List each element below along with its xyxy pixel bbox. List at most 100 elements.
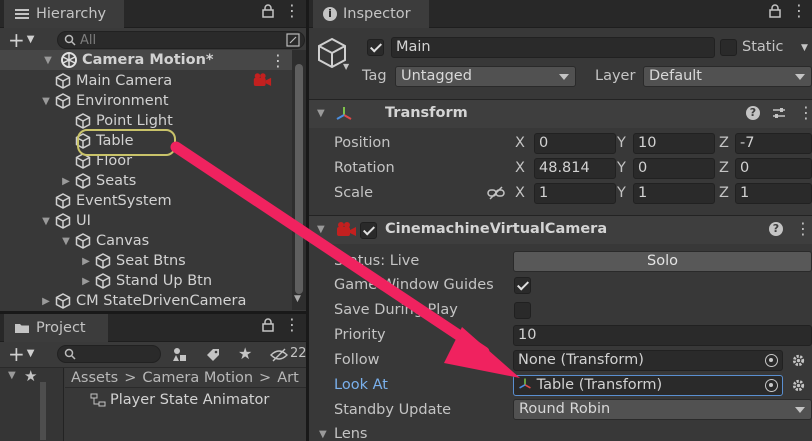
position-y-field[interactable]: 10	[633, 133, 715, 154]
save-during-play-checkbox[interactable]	[514, 302, 531, 319]
hierarchy-item[interactable]: ▼ Environment	[0, 91, 292, 111]
hierarchy-item[interactable]: Floor	[0, 151, 292, 171]
help-icon[interactable]: ?	[746, 106, 760, 120]
fold-arrow-icon[interactable]: ▼	[42, 55, 54, 66]
tab-label: Hierarchy	[36, 6, 107, 22]
hierarchy-item[interactable]: ▼ UI	[0, 211, 292, 231]
scene-row[interactable]: ▼ Camera Motion* ⋮	[0, 50, 292, 70]
favorites-star-icon[interactable]: ★	[24, 367, 37, 385]
hierarchy-item[interactable]: Point Light	[0, 111, 292, 131]
settings-gear-icon[interactable]	[791, 353, 806, 368]
object-picker-icon[interactable]	[765, 354, 778, 367]
object-name-field[interactable]: Main	[391, 37, 715, 58]
fold-arrow-icon[interactable]: ▶	[80, 276, 92, 287]
tag-dropdown[interactable]: Untagged	[395, 66, 576, 87]
icon-dropdown-caret-icon[interactable]: ▼	[343, 62, 349, 71]
look-at-field[interactable]: Table (Transform)	[513, 375, 783, 396]
scale-z-axis: Z	[719, 185, 729, 201]
constrain-proportions-link-icon[interactable]	[487, 186, 505, 200]
settings-gear-icon[interactable]	[791, 378, 806, 393]
tab-hierarchy[interactable]: Hierarchy	[4, 0, 124, 28]
scroll-down-arrow-icon[interactable]: ▼	[294, 294, 301, 304]
hierarchy-item[interactable]: ▼ Canvas	[0, 231, 292, 251]
rotation-y-axis: Y	[617, 160, 626, 176]
help-icon[interactable]: ?	[769, 222, 783, 236]
object-picker-icon[interactable]	[765, 379, 778, 392]
scale-y-field[interactable]: 1	[633, 183, 715, 204]
static-checkbox[interactable]	[720, 39, 737, 56]
scene-menu-icon[interactable]: ⋮	[270, 51, 286, 70]
position-x-field[interactable]: 0	[534, 133, 616, 154]
scale-x-axis: X	[515, 185, 525, 201]
create-dropdown[interactable]: + ▼	[8, 344, 34, 364]
breadcrumb-item[interactable]: Art	[277, 368, 299, 388]
lock-icon[interactable]	[769, 4, 781, 18]
lock-icon[interactable]	[262, 4, 274, 18]
preset-sliders-icon[interactable]	[772, 106, 786, 120]
priority-field[interactable]: 10	[513, 325, 812, 346]
hierarchy-item-label: Seat Btns	[116, 253, 186, 269]
scene-search-icon[interactable]	[286, 33, 300, 47]
position-z-field[interactable]: -7	[735, 133, 812, 154]
active-checkbox[interactable]	[367, 39, 384, 56]
hierarchy-item[interactable]: Main Camera	[0, 71, 292, 91]
tab-project[interactable]: Project	[4, 314, 108, 342]
kebab-menu-icon[interactable]: ⋮	[791, 3, 807, 19]
hierarchy-item[interactable]: ▶ Seat Btns	[0, 251, 292, 271]
hidden-packages-icon[interactable]	[270, 348, 288, 362]
solo-button[interactable]: Solo	[513, 251, 812, 272]
lock-icon[interactable]	[262, 318, 274, 332]
asset-item[interactable]: Player State Animator	[90, 392, 269, 408]
transform-header[interactable]: ▼ Transform ? ⋮	[309, 99, 812, 128]
component-menu-icon[interactable]: ⋮	[798, 105, 812, 121]
standby-update-dropdown[interactable]: Round Robin	[513, 399, 812, 420]
folder-icon	[15, 324, 29, 333]
project-search-input[interactable]	[57, 345, 161, 363]
hierarchy-scrollbar[interactable]: ▼	[292, 50, 306, 310]
follow-field[interactable]: None (Transform)	[513, 350, 783, 371]
vcam-header[interactable]: ▼ CinemachineVirtualCamera ? ⋮	[309, 215, 812, 244]
hierarchy-item[interactable]: ▶ Stand Up Btn	[0, 271, 292, 291]
scale-x-field[interactable]: 1	[534, 183, 616, 204]
filter-by-type-icon[interactable]	[172, 347, 188, 363]
vcam-enabled-checkbox[interactable]	[360, 222, 377, 239]
position-z-axis: Z	[719, 135, 729, 151]
layer-dropdown[interactable]: Default	[643, 66, 812, 87]
hierarchy-item[interactable]: ▶ CM StateDrivenCamera	[0, 291, 292, 311]
component-menu-icon[interactable]: ⋮	[795, 221, 811, 237]
fold-arrow-icon[interactable]: ▶	[60, 176, 72, 187]
scrollbar-thumb[interactable]	[295, 64, 303, 294]
hierarchy-item[interactable]: EventSystem	[0, 191, 292, 211]
create-dropdown[interactable]: + ▼	[8, 30, 34, 50]
scene-name: Camera Motion*	[82, 52, 214, 68]
fold-arrow-icon[interactable]: ▼	[8, 370, 16, 381]
game-window-guides-checkbox[interactable]	[514, 277, 531, 294]
scale-y-axis: Y	[617, 185, 626, 201]
hierarchy-search-input[interactable]: All	[57, 31, 305, 49]
lens-fold-arrow-icon[interactable]: ▼	[319, 429, 327, 440]
hierarchy-item[interactable]: ▶ Seats	[0, 171, 292, 191]
fold-arrow-icon[interactable]: ▶	[80, 256, 92, 267]
fold-arrow-icon[interactable]: ▼	[317, 224, 325, 235]
favorites-star-icon[interactable]: ★	[238, 344, 252, 363]
fold-arrow-icon[interactable]: ▼	[60, 236, 72, 247]
breadcrumb-item[interactable]: Camera Motion	[142, 368, 253, 388]
fold-arrow-icon[interactable]: ▶	[40, 296, 52, 307]
kebab-menu-icon[interactable]: ⋮	[284, 317, 300, 333]
rotation-y-field[interactable]: 0	[633, 158, 715, 179]
fold-arrow-icon[interactable]: ▼	[40, 216, 52, 227]
tab-inspector[interactable]: i Inspector	[313, 0, 429, 28]
rotation-z-field[interactable]: 0	[735, 158, 812, 179]
hierarchy-item[interactable]: Table	[0, 131, 292, 151]
static-dropdown-caret-icon[interactable]: ▼	[801, 43, 808, 53]
project-breadcrumb-bar: Assets > Camera Motion > Art	[65, 368, 306, 388]
kebab-menu-icon[interactable]: ⋮	[284, 3, 300, 19]
fold-arrow-icon[interactable]: ▼	[317, 108, 325, 119]
vcam-header-tools: ? ⋮	[769, 221, 811, 237]
status-label: Status: Live	[334, 253, 420, 269]
scale-z-field[interactable]: 1	[735, 183, 812, 204]
label-tag-icon[interactable]	[205, 347, 221, 363]
fold-arrow-icon[interactable]: ▼	[40, 96, 52, 107]
breadcrumb-item[interactable]: Assets	[71, 368, 118, 388]
rotation-x-field[interactable]: 48.814	[534, 158, 616, 179]
